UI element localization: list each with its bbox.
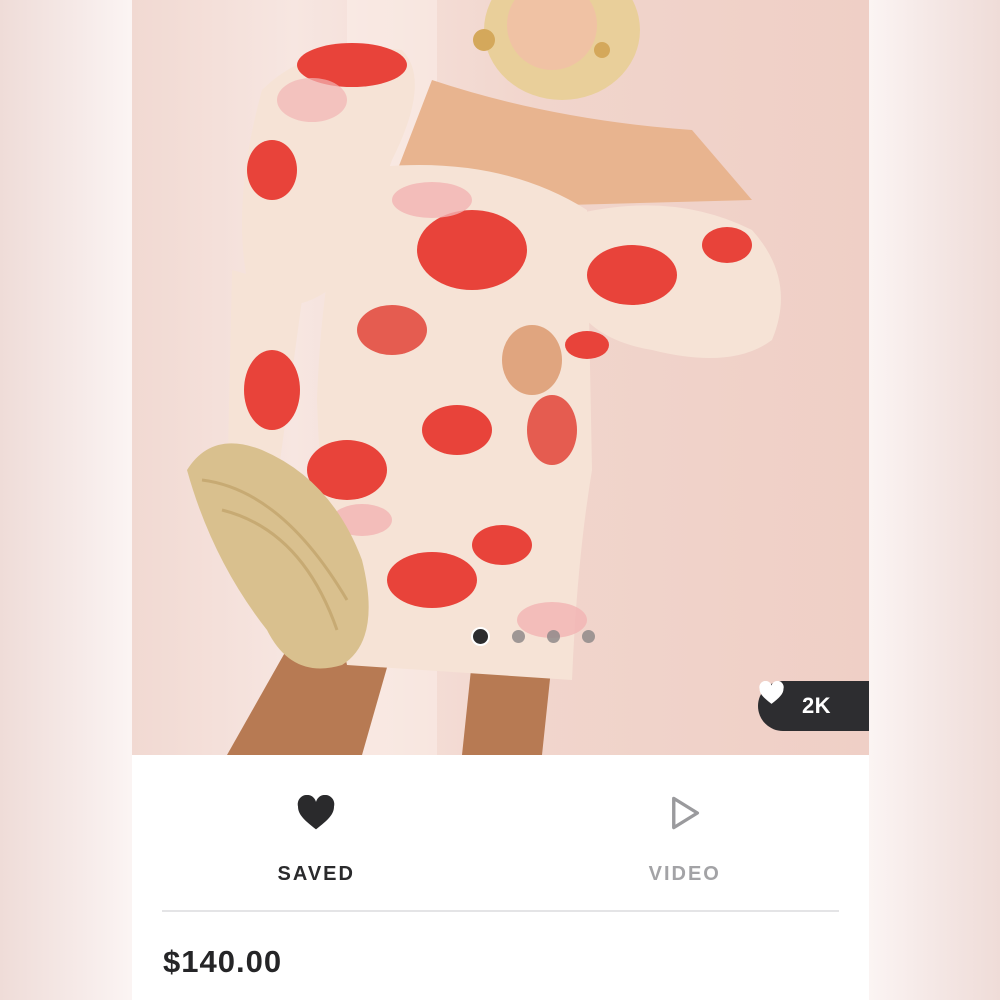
carousel-dot-2[interactable] <box>511 629 525 643</box>
heart-icon <box>759 681 784 704</box>
likes-badge[interactable]: 2K <box>758 681 869 731</box>
heart-filled-icon <box>297 795 335 830</box>
video-button[interactable]: VIDEO <box>501 755 870 910</box>
product-listing-card: 2K SAVED VIDEO $140.00 <box>132 0 869 1000</box>
product-price: $140.00 <box>163 944 283 979</box>
carousel-dot-4[interactable] <box>581 629 595 643</box>
carousel-dot-1[interactable] <box>470 626 490 646</box>
saved-button[interactable]: SAVED <box>132 755 501 910</box>
saved-label: SAVED <box>277 863 355 885</box>
carousel-dot-3[interactable] <box>546 629 560 643</box>
video-label: VIDEO <box>648 863 721 885</box>
product-photo[interactable]: 2K <box>132 0 869 755</box>
likes-count: 2K <box>801 693 832 718</box>
section-divider <box>162 910 839 912</box>
image-carousel-indicator[interactable] <box>132 626 869 646</box>
product-actions: SAVED VIDEO <box>132 755 869 910</box>
play-outline-icon <box>671 796 699 830</box>
